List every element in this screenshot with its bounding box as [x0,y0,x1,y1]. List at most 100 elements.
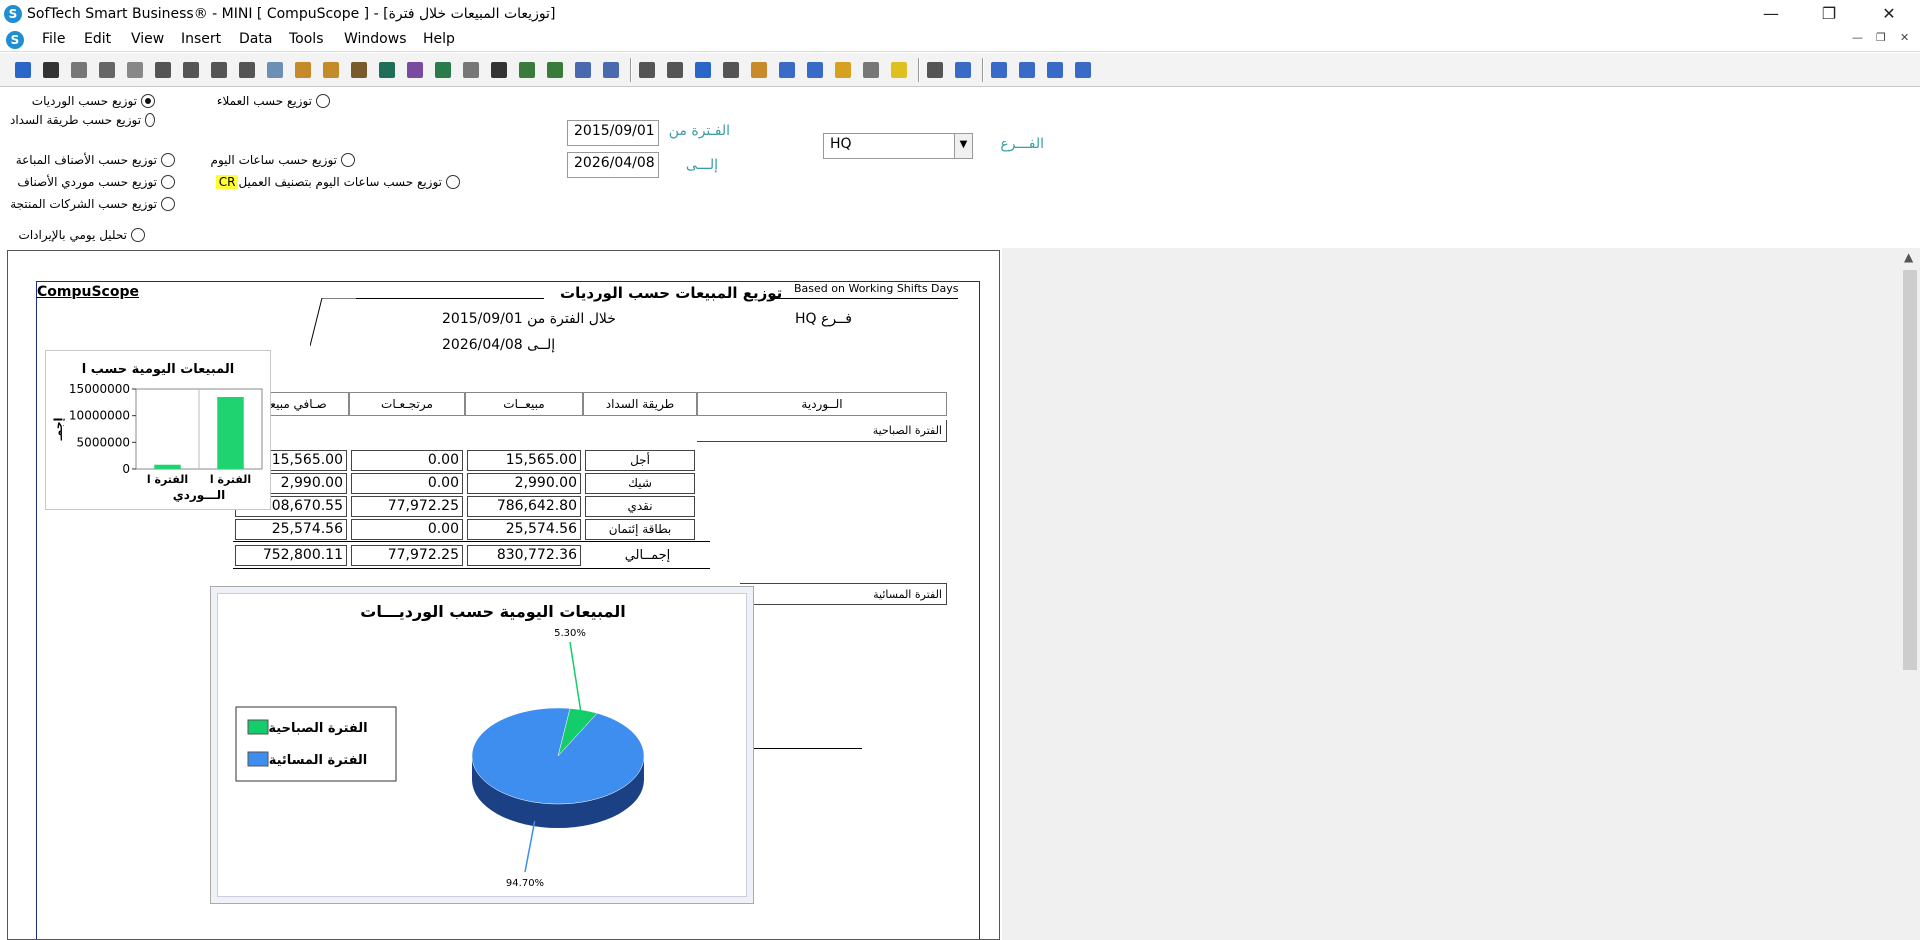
toolbar-button-7-icon[interactable] [180,59,202,81]
toolbar-button-8-icon[interactable] [208,59,230,81]
option-by-hours-customer-class[interactable]: توزيع حسب ساعات اليوم بتصنيف العميل CR [210,175,460,189]
total-label: إجمــالي [624,548,671,563]
radio-icon[interactable] [161,175,175,189]
toolbar-button-16-icon[interactable] [432,59,454,81]
radio-selected-icon[interactable] [141,94,155,108]
menu-insert[interactable]: Insert [181,31,221,47]
toolbar-button-22-icon[interactable] [600,59,622,81]
menu-tools[interactable]: Tools [289,31,324,47]
toolbar-button-19-icon[interactable] [516,59,538,81]
option-by-payment[interactable]: توزيع حسب طريقة السداد [10,113,155,127]
period-from-field[interactable]: 2015/09/01 [567,120,659,146]
close-button[interactable]: ✕ [1866,0,1912,28]
toolbar-button-26-icon[interactable] [720,59,742,81]
option-daily-revenue-analysis[interactable]: تحليل يومي بالإيرادات [10,228,145,242]
radio-icon[interactable] [161,197,175,211]
toolbar-button-13-icon[interactable] [348,59,370,81]
toolbar-button-2-icon[interactable] [40,59,62,81]
toolbar-separator [630,58,632,82]
toolbar-button-28-icon[interactable] [776,59,798,81]
radio-icon[interactable] [341,153,355,167]
radio-icon[interactable] [145,113,155,127]
scroll-up-icon[interactable]: ▲ [1904,250,1913,264]
toolbar-button-17-icon[interactable] [460,59,482,81]
toolbar-button-18-icon[interactable] [488,59,510,81]
menu-windows[interactable]: Windows [344,31,407,47]
menu-help[interactable]: Help [423,31,455,47]
menu-edit[interactable]: Edit [84,31,111,47]
cr-badge[interactable]: CR [215,175,239,189]
toolbar-button-15-icon[interactable] [404,59,426,81]
menu-file[interactable]: File [42,31,65,47]
toolbar-glyph-icon [547,62,563,78]
menu-view[interactable]: View [131,31,164,47]
pie-leader-line [524,821,536,873]
toolbar-button-30-icon[interactable] [832,59,854,81]
mdi-restore-button[interactable]: ❐ [1876,31,1886,44]
radio-icon[interactable] [161,153,175,167]
branch-select[interactable]: HQ ▼ [823,133,973,159]
toolbar-button-5-icon[interactable] [124,59,146,81]
toolbar-button-38-icon[interactable] [1072,59,1094,81]
option-by-customers[interactable]: توزيع حسب العملاء [210,94,330,108]
toolbar-button-37-icon[interactable] [1044,59,1066,81]
toolbar-button-4-icon[interactable] [96,59,118,81]
minimize-button[interactable]: — [1748,0,1794,28]
toolbar-glyph-icon [751,62,767,78]
pie-chart-svg: المبيعات اليومية حسب الورديـــات الفترة ا… [235,602,645,889]
toolbar-button-29-icon[interactable] [804,59,826,81]
scroll-thumb[interactable] [1903,270,1917,670]
row-2-sales: 786,642.80 [467,496,581,517]
toolbar-button-12-icon[interactable] [320,59,342,81]
toolbar-button-21-icon[interactable] [572,59,594,81]
option-by-producing-companies[interactable]: توزيع حسب الشركات المنتجة [10,197,175,211]
toolbar-button-25-icon[interactable] [692,59,714,81]
restore-button[interactable]: ❐ [1806,0,1852,28]
vertical-scrollbar[interactable]: ▲ [1900,248,1920,940]
radio-icon[interactable] [131,228,145,242]
bar-chart-title: المبيعات اليومية حسب ا [82,362,234,377]
toolbar-glyph-icon [323,62,339,78]
pie-slice-label: 5.30% [554,628,586,639]
option-by-shifts[interactable]: توزيع حسب الورديات [10,94,155,108]
toolbar-glyph-icon [211,62,227,78]
toolbar-glyph-icon [927,62,943,78]
chevron-down-icon[interactable]: ▼ [954,134,972,158]
toolbar-button-35-icon[interactable] [988,59,1010,81]
option-by-hours[interactable]: توزيع حسب ساعات اليوم [210,153,355,167]
toolbar-button-31-icon[interactable] [860,59,882,81]
toolbar-glyph-icon [779,62,795,78]
header-curve [310,298,358,346]
radio-icon[interactable] [316,94,330,108]
period-to-field[interactable]: 2026/04/08 [567,152,659,178]
radio-icon[interactable] [446,175,460,189]
toolbar-button-34-icon[interactable] [952,59,974,81]
toolbar-button-33-icon[interactable] [924,59,946,81]
toolbar-button-14-icon[interactable] [376,59,398,81]
toolbar-button-11-icon[interactable] [292,59,314,81]
toolbar-button-9-icon[interactable] [236,59,258,81]
toolbar-button-10-icon[interactable] [264,59,286,81]
pie-legend [235,706,397,782]
menu-data[interactable]: Data [239,31,272,47]
toolbar-button-20-icon[interactable] [544,59,566,81]
toolbar-button-27-icon[interactable] [748,59,770,81]
toolbar-glyph-icon [1047,62,1063,78]
toolbar-button-36-icon[interactable] [1016,59,1038,81]
toolbar-glyph-icon [667,62,683,78]
toolbar-button-23-icon[interactable] [636,59,658,81]
pie-chart: المبيعات اليومية حسب الورديـــات الفترة ا… [210,586,754,904]
toolbar-button-24-icon[interactable] [664,59,686,81]
option-by-item-suppliers[interactable]: توزيع حسب موردي الأصناف [10,175,175,189]
toolbar-button-1-icon[interactable] [12,59,34,81]
mdi-close-button[interactable]: ✕ [1900,31,1909,44]
toolbar-glyph-icon [407,62,423,78]
app-menu-icon[interactable]: S [6,31,24,49]
report-company: CompuScope [37,284,139,300]
toolbar-button-3-icon[interactable] [68,59,90,81]
option-by-items-sold[interactable]: توزيع حسب الأصناف المباعة [10,153,175,167]
toolbar-button-32-icon[interactable] [888,59,910,81]
mdi-minimize-button[interactable]: — [1852,31,1863,44]
toolbar-glyph-icon [863,62,879,78]
toolbar-button-6-icon[interactable] [152,59,174,81]
